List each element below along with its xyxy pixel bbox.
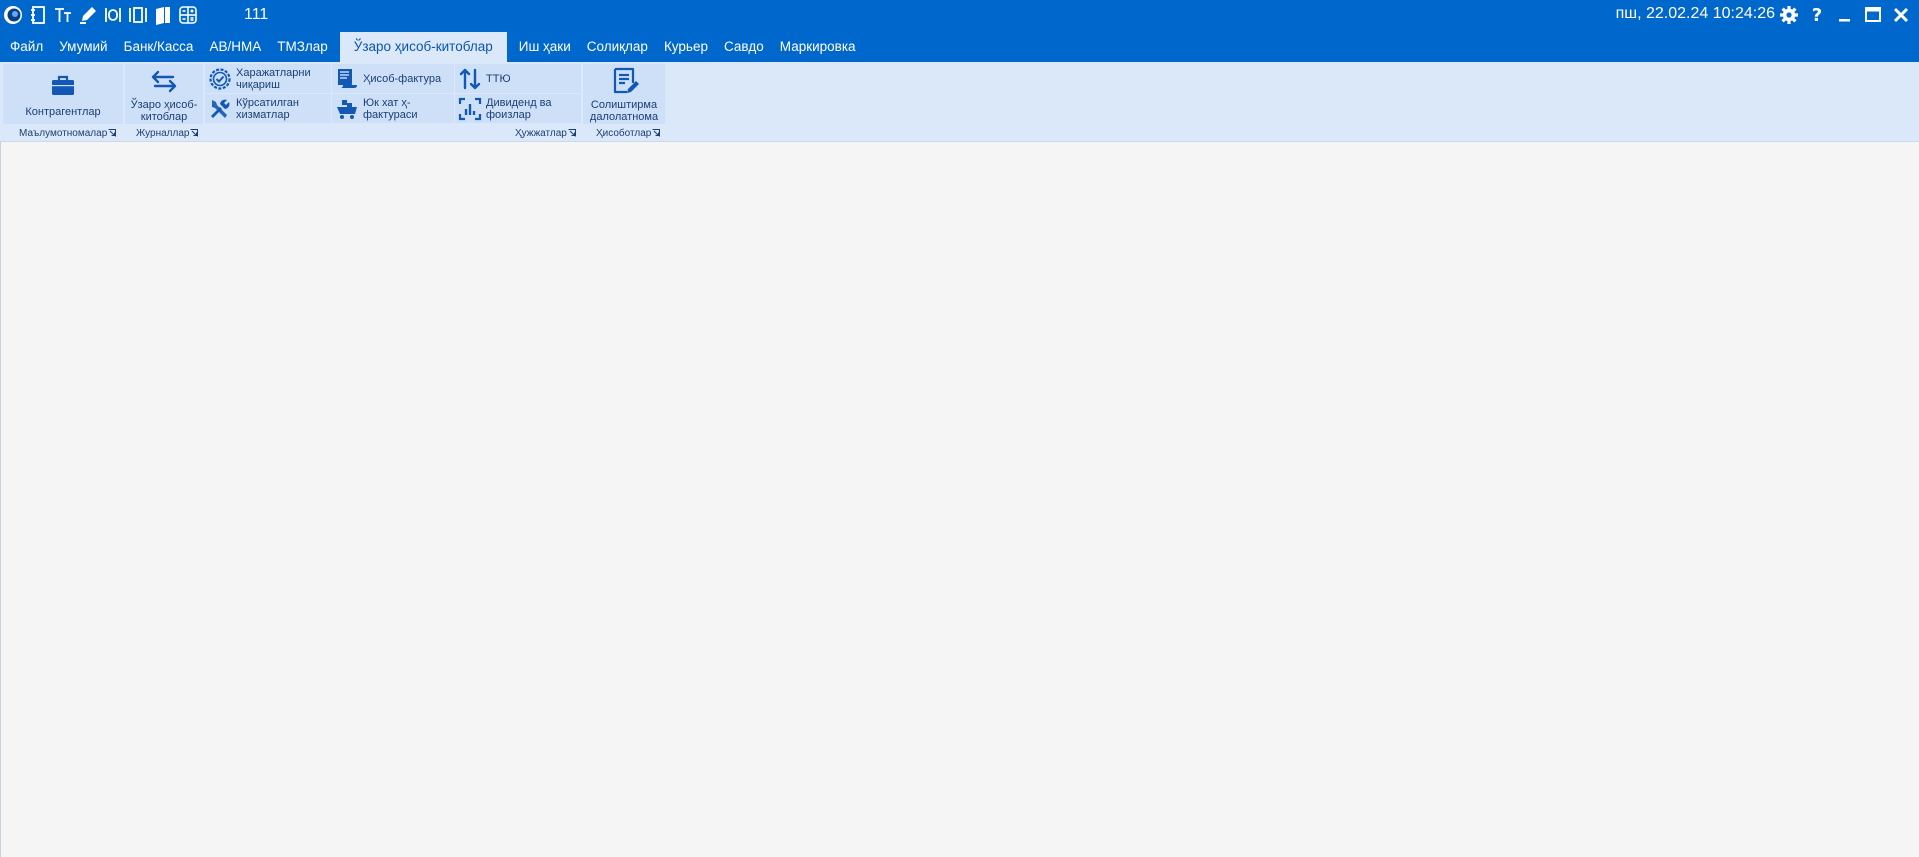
tab-trade[interactable]: Савдо xyxy=(716,32,772,62)
cart-icon xyxy=(334,96,360,122)
check-gear-icon xyxy=(207,66,233,92)
tab-inventory[interactable]: ТМЗлар xyxy=(269,32,336,62)
maximize-icon[interactable] xyxy=(1859,2,1887,28)
book-icon[interactable] xyxy=(152,3,174,27)
tab-fixed-assets[interactable]: АВ/НМА xyxy=(201,32,269,62)
chart-frame-icon xyxy=(457,96,483,122)
mutual-settlements-button[interactable]: Ўзаро ҳисоб- китоблар xyxy=(125,64,203,124)
expenses-writeoff-button[interactable]: Харажатларни чиқариш xyxy=(205,64,331,93)
dividends-interest-button[interactable]: Дивиденд ва фоизлар xyxy=(455,94,581,123)
ribbon-tabs: Файл Умумий Банк/Касса АВ/НМА ТМЗлар Ўза… xyxy=(0,30,1919,62)
exchange-arrows-icon xyxy=(149,66,179,99)
dialog-launcher-icon[interactable] xyxy=(652,129,661,137)
svg-text:?: ? xyxy=(1812,5,1822,25)
mutual-settlements-label-2: китоблар xyxy=(140,110,188,123)
document-edit-icon xyxy=(609,66,639,99)
tab-taxes[interactable]: Солиқлар xyxy=(579,32,656,62)
settings-gear-icon[interactable] xyxy=(1775,2,1803,28)
tab-general[interactable]: Умумий xyxy=(51,32,115,62)
minimize-icon[interactable] xyxy=(1831,2,1859,28)
title-bar: 111 пш, 22.02.24 10:24:26 ? xyxy=(0,0,1919,30)
dialog-launcher-icon[interactable] xyxy=(568,129,576,137)
reconciliation-label-1: Солиштирма xyxy=(590,98,658,111)
tab-file[interactable]: Файл xyxy=(2,32,51,62)
document-number: 111 xyxy=(244,6,269,23)
reconciliation-label-2: далолатнома xyxy=(589,110,659,123)
date-time: пш, 22.02.24 10:24:26 xyxy=(1615,5,1775,22)
tab-mutual-settlements[interactable]: Ўзаро ҳисоб-китоблар xyxy=(339,32,507,62)
calculator-icon[interactable] xyxy=(177,3,199,27)
tab-bank-cash[interactable]: Банк/Касса xyxy=(116,32,202,62)
workspace-area xyxy=(0,142,1919,857)
quick-access-toolbar xyxy=(2,3,202,27)
ttu-button[interactable]: ТТЮ xyxy=(455,64,581,93)
close-icon[interactable] xyxy=(1887,2,1915,28)
briefcase-icon xyxy=(48,71,78,104)
invoice-button[interactable]: Ҳисоб-фактура xyxy=(332,64,454,93)
up-down-arrows-icon xyxy=(457,66,483,92)
tab-marking[interactable]: Маркировка xyxy=(772,32,864,62)
group-label-reports: Ҳисоботлар xyxy=(596,126,661,140)
help-icon[interactable]: ? xyxy=(1803,2,1831,28)
group-label-documents: Ҳужжатлар xyxy=(515,126,576,140)
text-size-icon[interactable] xyxy=(52,3,74,27)
window-controls: ? xyxy=(1775,2,1915,28)
group-label-journals: Журналлар xyxy=(136,126,199,140)
reconciliation-act-button[interactable]: Солиштирма далолатнома xyxy=(583,64,665,124)
tab-payroll[interactable]: Иш ҳаки xyxy=(511,32,579,62)
dialog-launcher-icon[interactable] xyxy=(190,129,199,137)
contragents-label: Контрагентлар xyxy=(25,105,101,118)
group-label-references: Маълумотномалар xyxy=(19,126,117,140)
ribbon-panel: Контрагентлар Маълумотномалар Ўзаро ҳисо… xyxy=(0,62,1919,142)
dialog-launcher-icon[interactable] xyxy=(108,129,117,137)
services-rendered-button[interactable]: Кўрсатилган хизматлар xyxy=(205,94,331,123)
waybill-invoice-button[interactable]: Юк хат ҳ-фактураси xyxy=(332,94,454,123)
panels-icon[interactable] xyxy=(127,3,149,27)
app-logo-icon[interactable] xyxy=(2,3,24,27)
pen-icon[interactable] xyxy=(77,3,99,27)
mutual-settlements-label-1: Ўзаро ҳисоб- xyxy=(130,98,198,111)
tab-courier[interactable]: Курьер xyxy=(656,32,716,62)
tools-icon xyxy=(207,96,233,122)
invoice-document-icon xyxy=(334,66,360,92)
contragents-button[interactable]: Контрагентлар xyxy=(3,64,123,124)
columns-icon[interactable] xyxy=(102,3,124,27)
notebook-icon[interactable] xyxy=(27,3,49,27)
